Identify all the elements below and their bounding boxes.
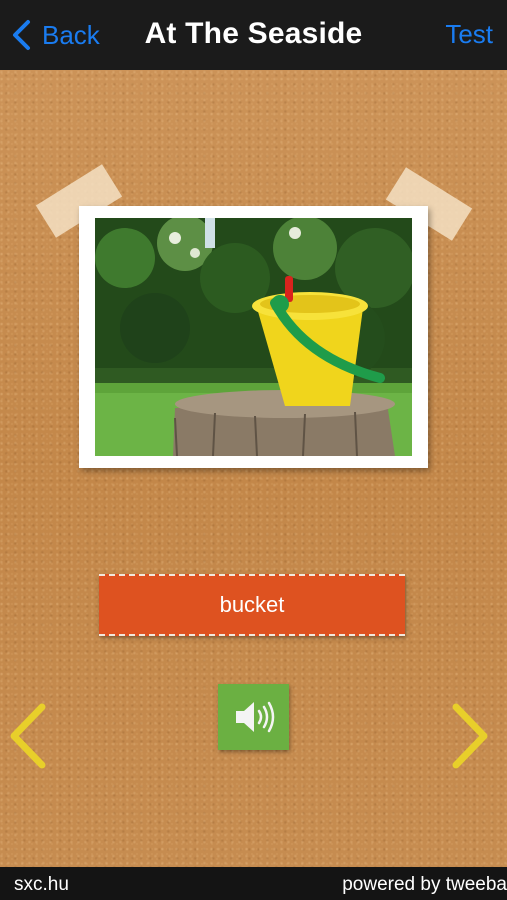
bucket-image — [95, 218, 412, 456]
page-title: At The Seaside — [144, 17, 363, 50]
chevron-right-icon — [452, 703, 488, 769]
word-text: bucket — [219, 592, 285, 617]
play-sound-button[interactable] — [218, 684, 289, 750]
powered-by-credit: powered by tweeba — [342, 874, 507, 895]
bucket-photo — [95, 218, 412, 456]
nav-bar: Back At The Seaside Test — [0, 0, 507, 70]
photo-card — [79, 206, 428, 468]
speaker-icon — [235, 701, 274, 733]
test-button[interactable]: Test — [445, 19, 493, 50]
next-card-button[interactable] — [450, 703, 490, 769]
footer-bar: sxc.hu powered by tweeba — [0, 867, 507, 900]
word-label: bucket — [99, 574, 405, 636]
image-credit: sxc.hu — [14, 874, 69, 895]
chevron-left-icon — [10, 703, 46, 769]
previous-card-button[interactable] — [8, 703, 48, 769]
